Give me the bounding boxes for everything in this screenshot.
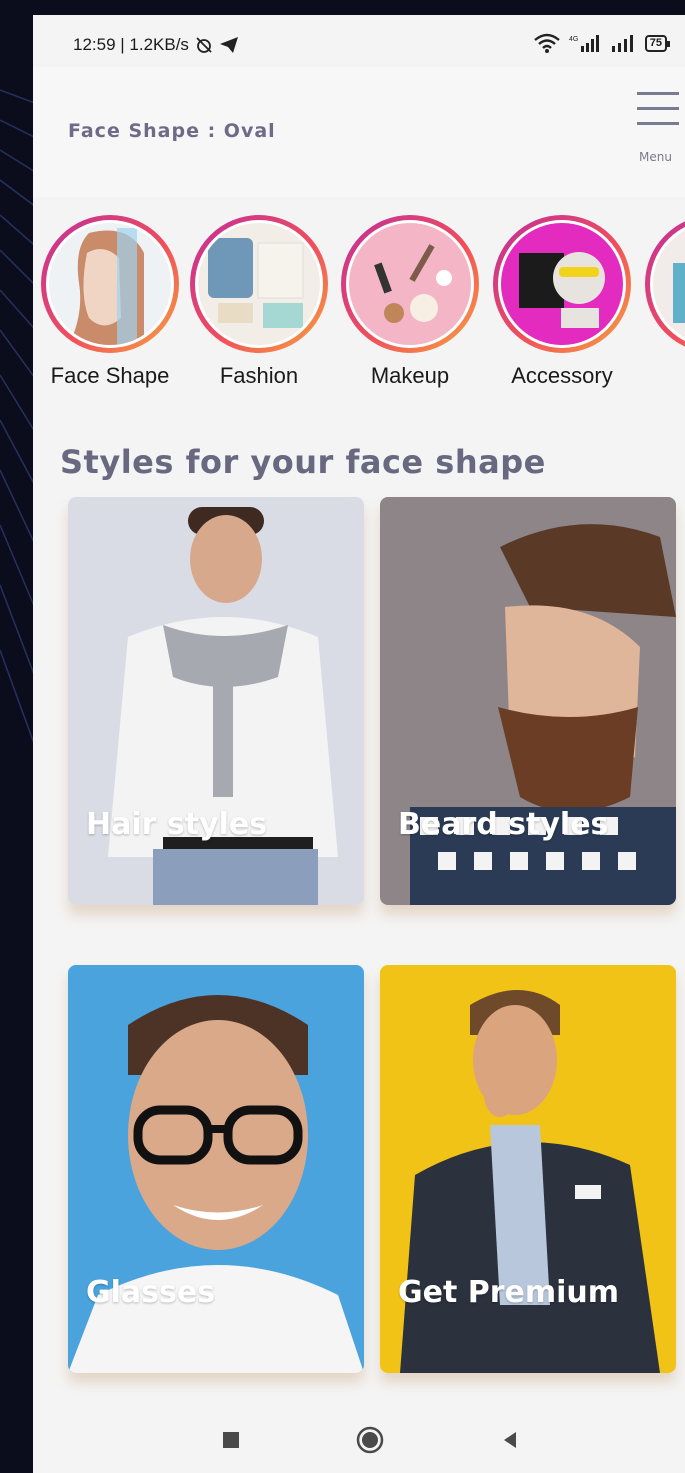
story-fashion[interactable]: Fashion — [184, 215, 334, 389]
menu-button[interactable]: Menu — [637, 92, 685, 172]
fashion-thumbnail — [198, 223, 320, 345]
face-shape-thumbnail — [49, 223, 171, 345]
story-thumbnail — [653, 223, 685, 345]
signal-4g-icon: 4G — [569, 35, 599, 52]
face-shape-label: Face Shape : Oval — [68, 120, 276, 142]
section-title: Styles for your face shape — [60, 443, 546, 481]
back-icon — [504, 1432, 516, 1448]
signal-icon — [611, 35, 633, 52]
story-makeup[interactable]: Makeup — [335, 215, 485, 389]
glasses-label: Glasses — [86, 1275, 216, 1310]
accessory-thumbnail — [501, 223, 623, 345]
phone-screen: 12:59 | 1.2KB/s 4G 75 Face Shape: Oval … — [33, 15, 685, 1473]
story-label: B — [639, 363, 685, 389]
glasses-card[interactable]: Glasses — [68, 965, 364, 1373]
status-right: 4G 75 — [533, 33, 671, 53]
system-nav-bar — [33, 1402, 685, 1473]
get-premium-card[interactable]: Get Premium — [380, 965, 676, 1373]
status-bar: 12:59 | 1.2KB/s 4G 75 — [33, 15, 685, 67]
story-label: Fashion — [219, 363, 299, 388]
menu-label: Menu — [639, 150, 672, 164]
get-premium-label: Get Premium — [398, 1275, 620, 1310]
story-face-shape[interactable]: Face Shape — [35, 215, 185, 389]
category-stories: Face Shape Fashion Makeup Accessory — [33, 215, 685, 405]
beard-styles-card[interactable]: Beard styles — [380, 497, 676, 905]
beard-styles-image — [380, 497, 676, 905]
svg-text:4G: 4G — [569, 36, 578, 43]
alarm-off-icon — [196, 37, 212, 53]
story-label: Face Shape — [50, 363, 170, 388]
story-ring — [41, 215, 179, 353]
back-button[interactable] — [500, 1430, 520, 1455]
battery-icon: 75 — [644, 34, 671, 52]
status-time: 12:59 | 1.2KB/s — [73, 35, 189, 54]
hair-styles-card[interactable]: Hair styles — [68, 497, 364, 905]
story-accessory[interactable]: Accessory — [487, 215, 637, 389]
hair-styles-image — [68, 497, 364, 905]
app-header: Face Shape : Oval Menu — [33, 67, 685, 197]
status-left: 12:59 | 1.2KB/s — [73, 35, 239, 55]
telegram-icon — [219, 37, 238, 53]
glasses-image — [68, 965, 364, 1373]
beard-styles-label: Beard styles — [398, 807, 609, 842]
menu-icon — [637, 92, 685, 125]
recents-button[interactable] — [221, 1430, 241, 1455]
recents-icon — [223, 1432, 239, 1448]
get-premium-image — [380, 965, 676, 1373]
makeup-thumbnail — [349, 223, 471, 345]
story-label: Makeup — [370, 363, 450, 388]
wifi-icon — [533, 33, 560, 53]
story-label: Accessory — [511, 363, 613, 388]
home-icon — [356, 1426, 384, 1454]
story-more[interactable]: B — [639, 215, 685, 389]
hair-styles-label: Hair styles — [86, 807, 268, 842]
home-button[interactable] — [356, 1426, 384, 1459]
